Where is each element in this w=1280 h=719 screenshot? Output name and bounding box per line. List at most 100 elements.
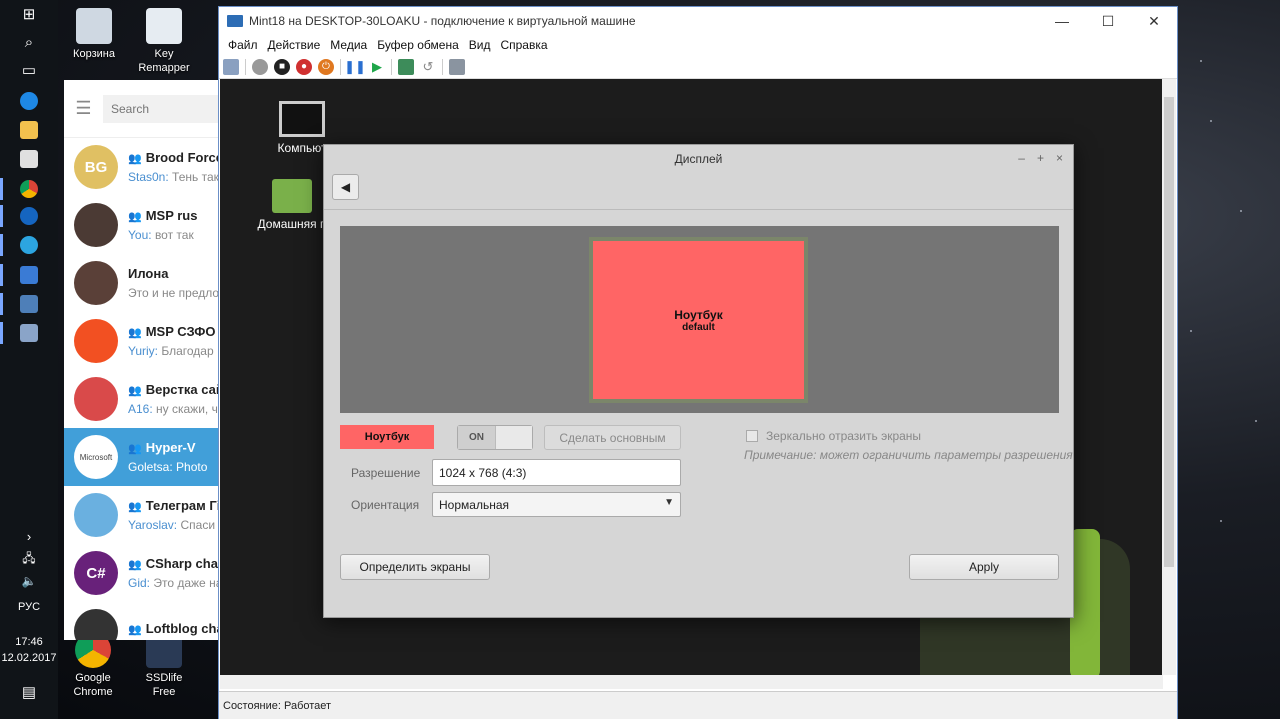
app-icon[interactable] xyxy=(20,266,38,284)
chat-list-item[interactable]: Microsoft 👥 Hyper-V Goletsa: Photo xyxy=(64,428,223,486)
arrow-left-icon: ◀ xyxy=(340,180,351,194)
message-sender: Stas0n: xyxy=(128,170,169,184)
chat-title-text: Илона xyxy=(128,266,169,281)
home-folder-icon xyxy=(272,179,312,213)
file-explorer-icon[interactable] xyxy=(20,121,38,139)
turn-off-icon[interactable]: ■ xyxy=(274,58,290,75)
clock-time[interactable]: 17:46 xyxy=(0,636,58,648)
chat-list-item[interactable]: C# 👥 CSharp chat Gid: Это даже на xyxy=(64,544,223,602)
chevron-up-icon[interactable]: › xyxy=(17,526,41,546)
vm-connection-icon[interactable] xyxy=(20,324,38,342)
chat-avatar: C# xyxy=(74,551,118,595)
search-input[interactable] xyxy=(103,94,223,123)
chat-last-message: Gid: Это даже на xyxy=(128,576,222,590)
menu-media[interactable]: Медиа xyxy=(325,38,372,52)
shutdown-icon[interactable]: ● xyxy=(296,58,312,75)
set-primary-button[interactable]: Сделать основным xyxy=(544,425,681,450)
close-button[interactable]: ✕ xyxy=(1131,13,1177,30)
group-icon: 👥 xyxy=(128,211,142,223)
chat-title: 👥 MSP СЗФО xyxy=(128,324,216,339)
detect-displays-button[interactable]: Определить экраны xyxy=(340,554,490,580)
orientation-select[interactable]: Нормальная ▼ xyxy=(432,492,681,517)
chat-avatar xyxy=(74,609,118,640)
menu-help[interactable]: Справка xyxy=(495,38,552,52)
chat-title: Илона xyxy=(128,266,219,281)
chrome-taskbar-icon[interactable] xyxy=(20,180,38,198)
monitor-arrangement-area: Ноутбук default xyxy=(340,226,1059,413)
menu-file[interactable]: Файл xyxy=(223,38,263,52)
scrollbar-thumb[interactable] xyxy=(1164,97,1174,567)
dialog-separator xyxy=(324,209,1073,210)
menu-clipboard[interactable]: Буфер обмена xyxy=(372,38,464,52)
vm-titlebar: Mint18 на DESKTOP-30LOAKU - подключение … xyxy=(219,7,1177,35)
revert-icon[interactable]: ↺ xyxy=(420,59,436,75)
telegram-icon[interactable] xyxy=(20,236,38,254)
mint-logo-leaf xyxy=(1070,529,1100,675)
desktop-icon-ssdlife[interactable]: SSDlife Free xyxy=(134,632,194,699)
windows-start-icon[interactable]: ⊞ xyxy=(17,4,41,24)
task-view-icon[interactable]: ▭ xyxy=(17,60,41,80)
power-icon[interactable]: ⏻ xyxy=(318,58,334,75)
chat-list-item[interactable]: Илона Это и не предло xyxy=(64,254,223,312)
chat-list-item[interactable]: 👥 Loftblog cha xyxy=(64,602,223,640)
orientation-value: Нормальная xyxy=(439,498,509,512)
chat-list-item[interactable]: 👥 Телеграм Гі Yaroslav: Спаси xyxy=(64,486,223,544)
desktop-icon-key-remapper[interactable]: Key Remapper xyxy=(134,8,194,75)
group-icon: 👥 xyxy=(128,153,142,165)
vertical-scrollbar[interactable] xyxy=(1162,79,1176,675)
browser-icon[interactable] xyxy=(20,207,38,225)
minimize-button[interactable]: — xyxy=(1039,13,1085,29)
dialog-close-button[interactable]: × xyxy=(1056,151,1063,165)
group-icon: 👥 xyxy=(128,443,142,455)
mirror-displays-row[interactable]: Зеркально отразить экраны xyxy=(746,429,921,443)
volume-icon[interactable]: 🔈 xyxy=(17,571,41,591)
chat-list-item[interactable]: 👥 Верстка сай A16: ну скажи, ч xyxy=(64,370,223,428)
clock-date[interactable]: 12.02.2017 xyxy=(0,652,58,664)
output-on-toggle[interactable]: ON xyxy=(457,425,533,450)
hyper-v-manager-icon[interactable] xyxy=(20,295,38,313)
chat-title-text: MSP rus xyxy=(145,208,198,223)
ctrl-alt-del-icon[interactable] xyxy=(223,58,239,75)
chat-title-text: Телеграм Гі xyxy=(145,498,221,513)
chat-list-item[interactable]: 👥 MSP СЗФО Yuriy: Благодар xyxy=(64,312,223,370)
pause-icon[interactable]: ❚❚ xyxy=(344,59,366,75)
monitor-preview[interactable]: Ноутбук default xyxy=(589,237,808,403)
start-icon[interactable] xyxy=(252,58,268,75)
chat-list-item[interactable]: BG 👥 Brood Force Stas0n: Тень так xyxy=(64,138,223,196)
guest-icon-home[interactable]: Домашняя п xyxy=(252,179,332,231)
mirror-checkbox[interactable] xyxy=(746,430,758,442)
chat-avatar: Microsoft xyxy=(74,435,118,479)
dialog-maximize-button[interactable]: + xyxy=(1037,151,1044,165)
desktop-icon-recycle-bin[interactable]: Корзина xyxy=(64,8,124,61)
chat-info: Илона Это и не предло xyxy=(128,266,219,300)
chat-title-text: Brood Force xyxy=(145,150,223,165)
resume-icon[interactable]: ▶ xyxy=(369,59,385,75)
action-center-icon[interactable]: ▤ xyxy=(17,682,41,702)
language-indicator[interactable]: РУС xyxy=(0,601,58,613)
store-icon[interactable] xyxy=(20,150,38,168)
toggle-on-label: ON xyxy=(458,426,496,449)
menu-view[interactable]: Вид xyxy=(464,38,496,52)
edge-icon[interactable] xyxy=(20,92,38,110)
chat-title-text: Loftblog cha xyxy=(145,621,223,636)
vm-toolbar: ■ ● ⏻ ❚❚ ▶ ↺ xyxy=(219,55,1177,79)
group-icon: 👥 xyxy=(128,624,142,636)
network-icon[interactable]: 🖧 xyxy=(17,549,41,569)
enhanced-session-icon[interactable] xyxy=(449,58,465,75)
back-button[interactable]: ◀ xyxy=(332,174,359,200)
search-icon[interactable]: ⌕ xyxy=(17,32,41,52)
group-icon: 👥 xyxy=(128,385,142,397)
desktop-icon-google-chrome[interactable]: Google Chrome xyxy=(63,632,123,699)
horizontal-scrollbar[interactable] xyxy=(220,675,1163,689)
menu-action[interactable]: Действие xyxy=(263,38,326,52)
apply-button[interactable]: Apply xyxy=(909,554,1059,580)
chat-list-item[interactable]: 👥 MSP rus You: вот так xyxy=(64,196,223,254)
chat-title: 👥 MSP rus xyxy=(128,208,197,223)
chat-title-text: CSharp chat xyxy=(145,556,223,571)
dialog-minimize-button[interactable]: – xyxy=(1018,151,1025,165)
chat-last-message: You: вот так xyxy=(128,228,197,242)
checkpoint-icon[interactable] xyxy=(398,58,414,75)
resolution-field[interactable]: 1024 x 768 (4:3) xyxy=(432,459,681,486)
maximize-button[interactable]: ☐ xyxy=(1085,13,1131,30)
hamburger-menu-icon[interactable]: ☰ xyxy=(64,98,103,119)
